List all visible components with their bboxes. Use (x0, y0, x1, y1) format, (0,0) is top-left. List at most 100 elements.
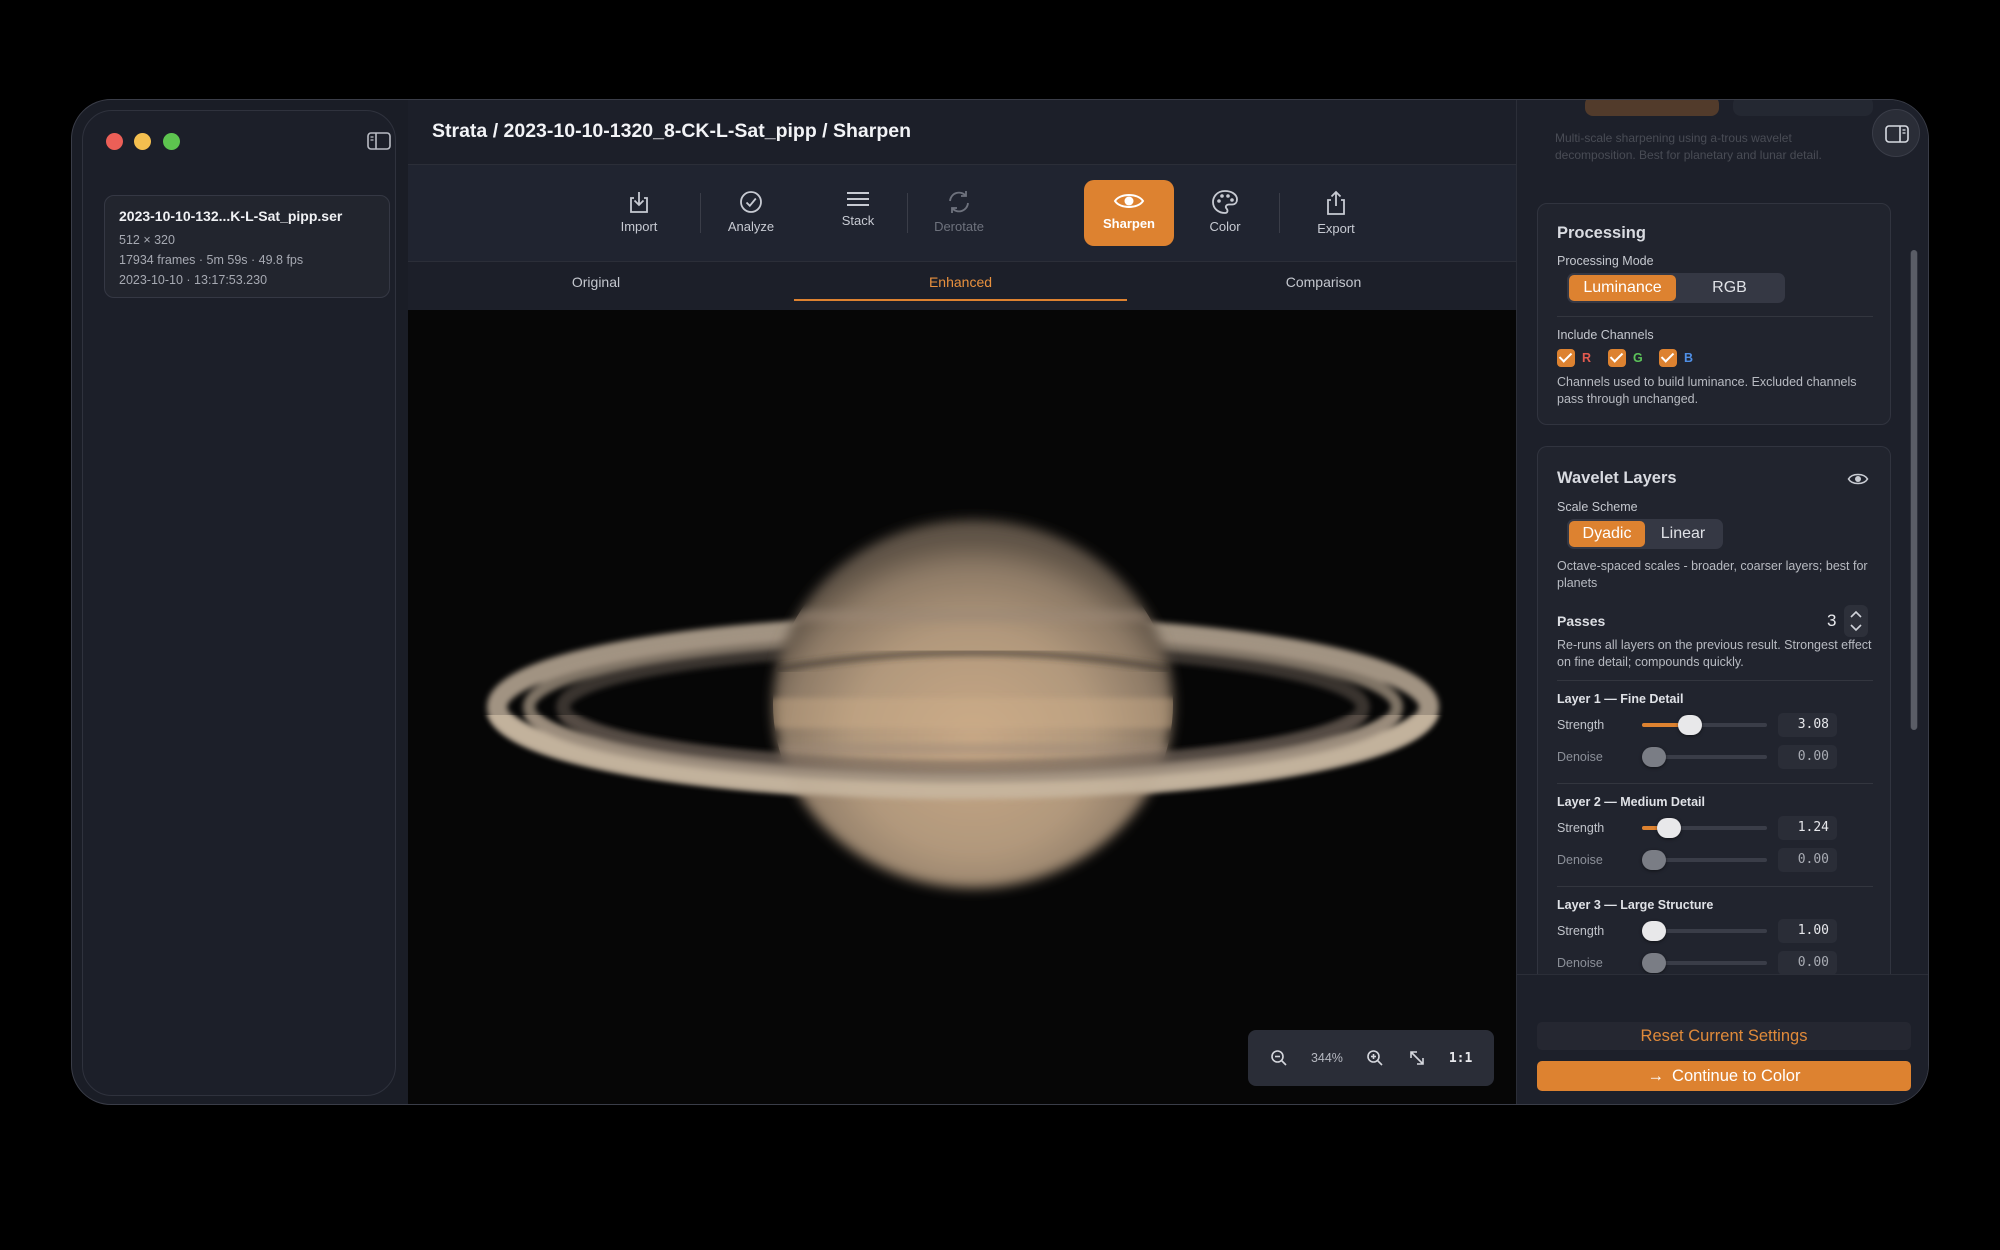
export-icon (1327, 190, 1345, 215)
slider-knob[interactable] (1642, 921, 1666, 941)
passes-value[interactable]: 3 (1827, 611, 1836, 631)
strength-label: Strength (1557, 718, 1605, 732)
file-dimensions: 512 × 320 (119, 233, 175, 247)
channel-r-label: R (1582, 351, 1592, 365)
layer-3-denoise-value[interactable]: 0.00 (1778, 951, 1837, 975)
app-window: 2023-10-10-132...K-L-Sat_pipp.ser 512 × … (71, 99, 1929, 1105)
zoom-in-icon[interactable] (1366, 1049, 1384, 1067)
toolbar-divider (907, 193, 908, 233)
channel-r-checkbox[interactable]: R (1557, 349, 1591, 367)
zoom-window-button[interactable] (163, 133, 180, 150)
layer-2-denoise-value[interactable]: 0.00 (1778, 848, 1837, 872)
fit-expand-icon[interactable] (1408, 1049, 1426, 1067)
inspector-toggle-button[interactable] (1872, 109, 1920, 157)
import-button[interactable]: Import (593, 179, 685, 247)
strength-label: Strength (1557, 821, 1605, 835)
layer-2-title: Layer 2 — Medium Detail (1557, 795, 1705, 809)
color-palette-icon (1212, 190, 1238, 214)
passes-row: Passes 3 (1557, 605, 1877, 637)
layer-3-strength-slider[interactable] (1642, 921, 1767, 941)
image-canvas[interactable]: 344% 1:1 (408, 310, 1516, 1104)
layer-1-denoise-value[interactable]: 0.00 (1778, 745, 1837, 769)
channels-help: Channels used to build luminance. Exclud… (1557, 375, 1857, 406)
divider (1557, 680, 1873, 681)
passes-label: Passes (1557, 613, 1606, 629)
mode-luminance[interactable]: Luminance (1569, 275, 1676, 301)
mode-rgb[interactable]: RGB (1676, 275, 1783, 301)
layer-2-denoise-row: Denoise 0.00 (1557, 848, 1877, 872)
minimize-window-button[interactable] (134, 133, 151, 150)
file-card[interactable]: 2023-10-10-132...K-L-Sat_pipp.ser 512 × … (104, 195, 390, 298)
layer-3-strength-value[interactable]: 1.00 (1778, 919, 1837, 943)
layer-3-title: Layer 3 — Large Structure (1557, 898, 1714, 912)
stepper-icon (1850, 610, 1862, 632)
inspector-toggle-icon (1885, 125, 1909, 143)
layer-1-strength-slider[interactable] (1642, 715, 1767, 735)
tab-comparison[interactable]: Comparison (1156, 262, 1491, 310)
method-card-faded: Multi-scale sharpening using a-trous wav… (1537, 100, 1891, 180)
scale-scheme-label: Scale Scheme (1557, 500, 1638, 514)
scrollbar-thumb[interactable] (1911, 250, 1917, 730)
scheme-linear[interactable]: Linear (1645, 521, 1721, 547)
continue-to-color-button[interactable]: → Continue to Color (1537, 1061, 1911, 1091)
layer-1-title: Layer 1 — Fine Detail (1557, 692, 1684, 706)
inspector-panel: Multi-scale sharpening using a-trous wav… (1516, 100, 1928, 1104)
export-button[interactable]: Export (1290, 179, 1382, 247)
stack-icon (847, 192, 869, 206)
channel-b-label: B (1684, 351, 1694, 365)
file-name: 2023-10-10-132...K-L-Sat_pipp.ser (119, 208, 343, 224)
checkbox-checked (1659, 349, 1677, 367)
import-icon (630, 192, 648, 213)
slider-knob[interactable] (1642, 953, 1666, 973)
layer-2-strength-value[interactable]: 1.24 (1778, 816, 1837, 840)
sharpen-eye-icon (1113, 194, 1145, 208)
processing-mode-label: Processing Mode (1557, 254, 1654, 268)
workflow-toolbar: Import Analyze Stack Derotate Sharpen Co… (408, 165, 1516, 262)
breadcrumb: Strata / 2023-10-10-1320_8-CK-L-Sat_pipp… (432, 120, 912, 142)
continue-label: Continue to Color (1672, 1067, 1801, 1085)
zoom-out-icon[interactable] (1270, 1049, 1288, 1067)
scheme-dyadic[interactable]: Dyadic (1569, 521, 1645, 547)
analyze-icon (740, 191, 762, 213)
stack-button[interactable]: Stack (812, 179, 904, 247)
arrow-right-icon: → (1647, 1067, 1665, 1085)
wavelet-title: Wavelet Layers (1557, 469, 1677, 487)
layer-3-denoise-slider[interactable] (1642, 953, 1767, 973)
method-option-active[interactable] (1585, 100, 1719, 116)
sharpen-button[interactable]: Sharpen (1084, 180, 1174, 246)
reset-settings-button[interactable]: Reset Current Settings (1537, 1022, 1911, 1050)
layer-1-denoise-slider[interactable] (1642, 747, 1767, 767)
slider-knob[interactable] (1678, 715, 1703, 735)
saturn-image (487, 520, 1439, 888)
visibility-eye-icon[interactable] (1847, 471, 1869, 487)
slider-knob[interactable] (1657, 818, 1682, 838)
channel-g-checkbox[interactable]: G (1608, 349, 1643, 367)
zoom-controls: 344% 1:1 (1248, 1030, 1494, 1086)
layer-1-strength-value[interactable]: 3.08 (1778, 713, 1837, 737)
tab-enhanced[interactable]: Enhanced (794, 262, 1127, 310)
checkbox-checked (1608, 349, 1626, 367)
close-window-button[interactable] (106, 133, 123, 150)
file-timestamp: 2023-10-10 · 13:17:53.230 (119, 273, 268, 287)
view-tabs: Original Enhanced Comparison (408, 262, 1516, 310)
passes-stepper[interactable] (1844, 605, 1868, 637)
analyze-button[interactable]: Analyze (705, 179, 797, 247)
actual-size-button[interactable]: 1:1 (1449, 1051, 1472, 1066)
file-frames: 17934 frames · 5m 59s · 49.8 fps (119, 253, 304, 267)
derotate-button[interactable]: Derotate (913, 179, 1005, 247)
layer-2-denoise-slider[interactable] (1642, 850, 1767, 870)
toolbar-divider (1279, 193, 1280, 233)
denoise-label: Denoise (1557, 750, 1603, 764)
layer-1-strength-row: Strength 3.08 (1557, 713, 1877, 737)
panel-scrollbar[interactable] (1910, 250, 1918, 730)
layer-2-strength-slider[interactable] (1642, 818, 1767, 838)
scheme-help: Octave-spaced scales - broader, coarser … (1557, 559, 1868, 590)
channel-b-checkbox[interactable]: B (1659, 349, 1693, 367)
slider-knob[interactable] (1642, 747, 1666, 767)
color-button[interactable]: Color (1179, 179, 1271, 247)
tab-original[interactable]: Original (431, 262, 761, 310)
divider (1517, 974, 1928, 975)
slider-knob[interactable] (1642, 850, 1666, 870)
sidebar-toggle-icon[interactable] (367, 131, 391, 151)
method-option[interactable] (1733, 100, 1873, 116)
